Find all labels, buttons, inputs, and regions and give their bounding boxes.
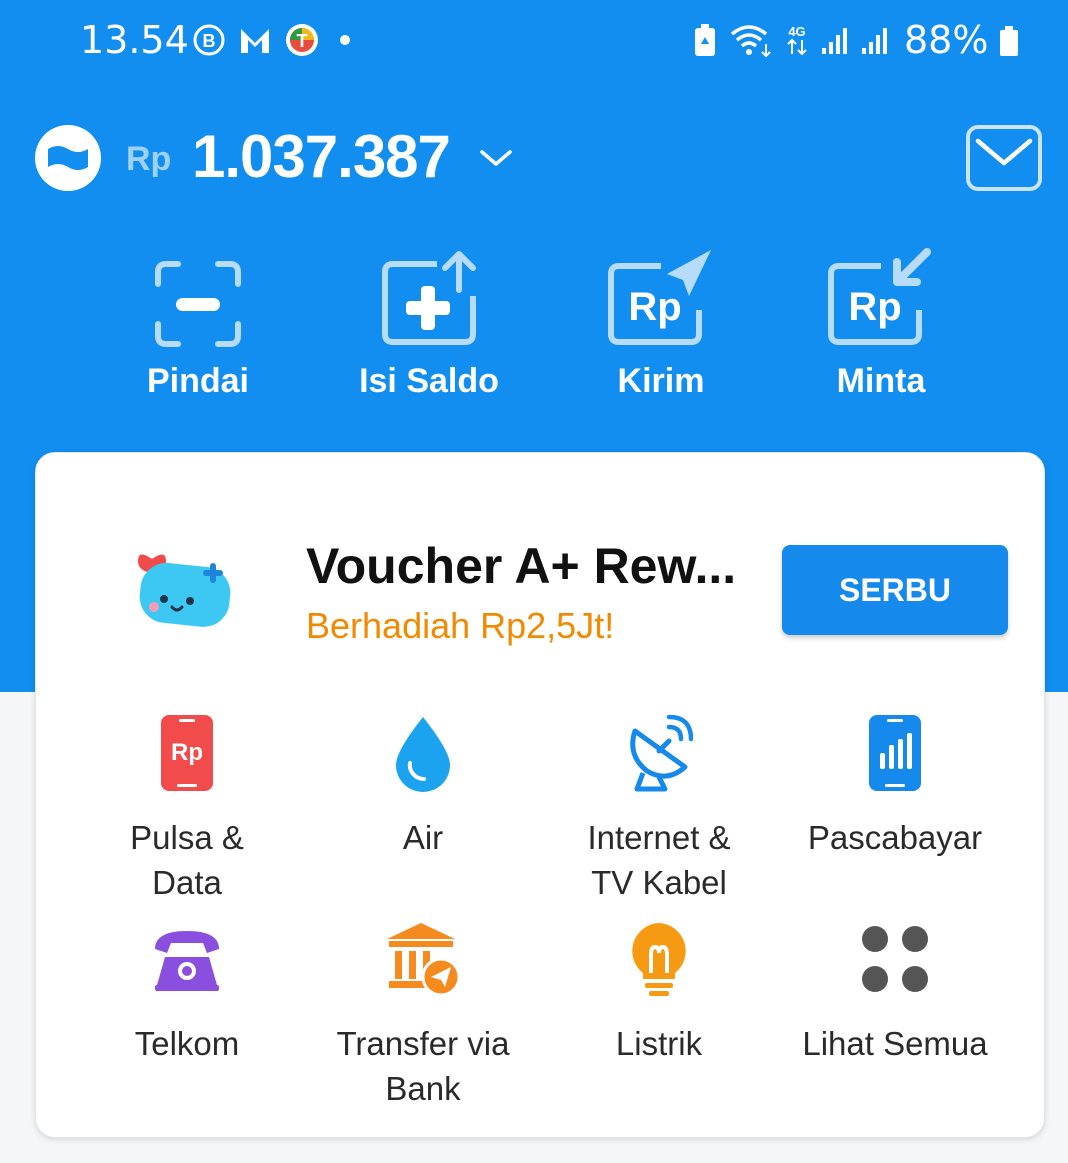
service-pascabayar[interactable]: Pascabayar [777, 711, 1013, 860]
wallet-logo-icon [48, 146, 88, 170]
service-lihat-semua[interactable]: Lihat Semua [777, 917, 1013, 1066]
more-notifications-dot [340, 35, 350, 45]
action-pindai[interactable]: Pindai [98, 248, 298, 401]
wifi-icon [730, 25, 771, 58]
mobile-data-4g-icon: 4G [787, 24, 807, 56]
telephone-icon [155, 931, 219, 991]
signal-sim2-icon [862, 28, 887, 54]
mail-icon [975, 138, 1033, 166]
service-air[interactable]: Air [305, 711, 541, 860]
phone-credit-icon: Rp [161, 715, 213, 791]
quick-actions: Pindai Isi Saldo Rp Kirim Rp Minta [0, 248, 1068, 418]
svg-text:B: B [203, 31, 216, 51]
service-listrik[interactable]: Listrik [541, 917, 777, 1066]
dana-logo[interactable] [35, 125, 101, 191]
action-label: Isi Saldo [359, 362, 499, 400]
mascot-icon [138, 554, 231, 627]
inbox-button[interactable] [966, 125, 1042, 191]
balance-currency: Rp [126, 140, 172, 178]
action-isi-saldo[interactable]: Isi Saldo [329, 248, 529, 401]
service-pulsa-data[interactable]: Rp Pulsa & Data [69, 711, 305, 905]
svg-text:T: T [297, 31, 308, 51]
service-label: Lihat Semua [802, 1025, 988, 1062]
chevron-down-icon[interactable] [478, 146, 514, 170]
messenger-icon [241, 29, 269, 53]
promo-mascot [134, 541, 238, 638]
service-transfer-bank[interactable]: Transfer via Bank [305, 917, 541, 1111]
bank-transfer-icon [387, 923, 461, 997]
battery-percentage: 88% [904, 18, 989, 62]
service-label: Pulsa & Data [130, 819, 244, 901]
service-label: Listrik [615, 1025, 703, 1062]
water-drop-icon [396, 717, 450, 792]
send-money-icon: Rp [608, 250, 711, 345]
promo-title[interactable]: Voucher A+ Rew... [306, 537, 736, 595]
balance-amount[interactable]: 1.037.387 [192, 122, 451, 191]
service-internet-tv[interactable]: Internet & TV Kabel [541, 711, 777, 905]
top-up-icon [382, 251, 476, 345]
notification-icons: B T [192, 22, 350, 58]
promo-subtitle: Berhadiah Rp2,5Jt! [306, 605, 615, 646]
system-icons: 4G 88% [692, 18, 1020, 62]
action-label: Kirim [617, 362, 705, 400]
service-label: Air [402, 819, 444, 856]
signal-sim1-icon [822, 28, 847, 54]
service-label: Pascabayar [807, 819, 983, 856]
services-card: Voucher A+ Rew... Berhadiah Rp2,5Jt! SER… [35, 452, 1045, 1138]
battery-icon [1000, 26, 1019, 56]
action-label: Minta [836, 362, 926, 400]
serbu-button[interactable]: SERBU [782, 545, 1008, 635]
status-time: 13.54 [80, 18, 189, 62]
request-money-icon: Rp [828, 248, 931, 345]
bbm-icon: B [193, 24, 225, 56]
action-minta[interactable]: Rp Minta [781, 248, 981, 401]
svg-text:Rp: Rp [628, 285, 681, 329]
battery-saver-icon [695, 24, 715, 56]
service-label: Telkom [134, 1025, 240, 1062]
svg-text:Rp: Rp [171, 739, 203, 766]
svg-text:4G: 4G [788, 24, 805, 39]
app-notification-icon: T [286, 24, 318, 56]
postpaid-phone-icon [869, 715, 921, 791]
scan-icon [155, 261, 241, 347]
action-label: Pindai [146, 362, 250, 400]
status-bar: 13.54 B T 4G 88% [0, 0, 1068, 80]
service-label: Internet & TV Kabel [587, 819, 731, 901]
service-label: Transfer via Bank [336, 1025, 510, 1107]
more-grid-icon [862, 926, 928, 992]
service-telkom[interactable]: Telkom [69, 917, 305, 1066]
satellite-dish-icon [630, 714, 693, 792]
action-kirim[interactable]: Rp Kirim [561, 248, 761, 401]
lightbulb-icon [632, 923, 686, 996]
svg-text:Rp: Rp [848, 285, 901, 329]
